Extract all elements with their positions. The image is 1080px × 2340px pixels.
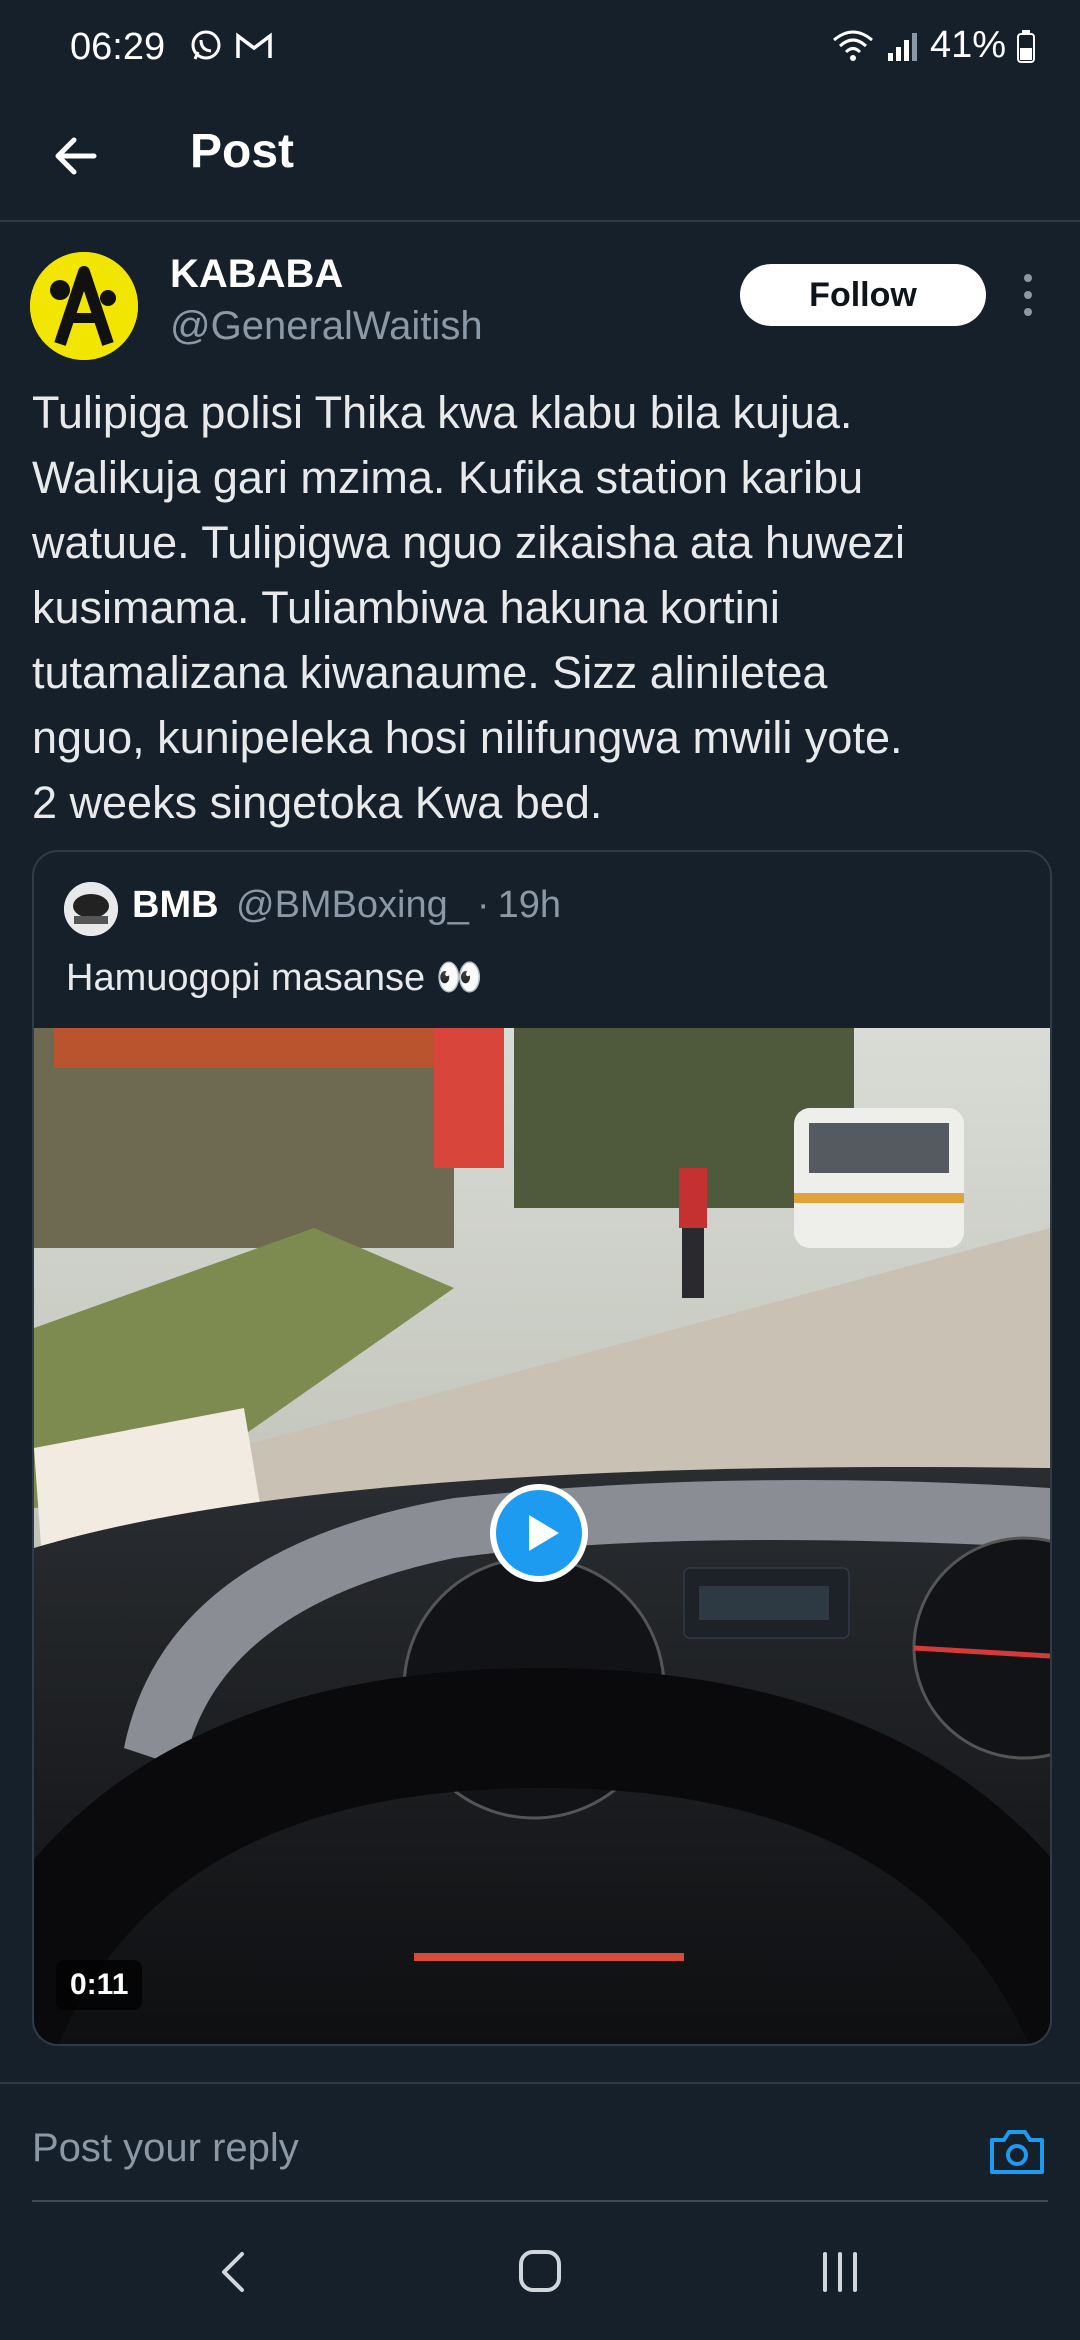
- author-handle[interactable]: @GeneralWaitish: [170, 304, 483, 349]
- nav-back-button[interactable]: [200, 2242, 270, 2302]
- quote-separator: ·: [476, 884, 490, 926]
- reply-divider: [32, 2200, 1048, 2202]
- play-icon: [490, 1484, 588, 1582]
- system-nav-bar: [0, 2204, 1080, 2340]
- battery-icon: [1017, 29, 1035, 63]
- camera-icon: [990, 2130, 1044, 2174]
- follow-button[interactable]: Follow: [740, 264, 986, 326]
- wifi-icon: [832, 30, 873, 61]
- home-nav-icon: [519, 2250, 561, 2292]
- quote-meta: @BMBoxing_ · 19h: [236, 884, 561, 927]
- nav-recents-button[interactable]: [805, 2242, 875, 2302]
- more-options-button[interactable]: [1010, 270, 1046, 320]
- signal-icon: [887, 32, 917, 61]
- back-nav-icon: [222, 2252, 244, 2292]
- battery-percent: 41%: [929, 24, 1006, 66]
- quote-avatar: [64, 882, 118, 936]
- status-right-icons: 41%: [830, 24, 1036, 67]
- video-thumbnail[interactable]: 0:11: [34, 1028, 1050, 2044]
- camera-button[interactable]: [986, 2126, 1048, 2178]
- status-time: 06:29: [70, 26, 166, 68]
- quoted-post-card[interactable]: BMB @BMBoxing_ · 19h Hamuogopi masanse 👀: [32, 850, 1052, 2046]
- reply-input[interactable]: Post your reply: [32, 2126, 932, 2171]
- gmail-icon: [236, 32, 272, 58]
- header: Post: [0, 96, 1080, 222]
- arrow-left-icon: [55, 137, 97, 175]
- avatar-logo-icon: [30, 252, 138, 360]
- quote-time: 19h: [497, 884, 561, 926]
- whatsapp-icon: [191, 30, 221, 60]
- more-vertical-icon: [1024, 274, 1032, 316]
- quote-text: Hamuogopi masanse 👀: [66, 957, 483, 999]
- back-button[interactable]: [44, 124, 108, 188]
- status-bar: 06:29 41%: [0, 0, 1080, 96]
- status-left-icons: [188, 28, 274, 64]
- quote-author-name: BMB: [132, 884, 219, 926]
- quote-author-handle: @BMBoxing_: [236, 884, 469, 926]
- video-duration: 0:11: [56, 1960, 143, 2010]
- recents-nav-icon: [823, 2252, 857, 2292]
- bmb-logo-icon: [64, 882, 118, 936]
- reply-bar: Post your reply: [0, 2082, 1080, 2204]
- page-title: Post: [190, 125, 295, 178]
- post-text: Tulipiga polisi Thika kwa klabu bila kuj…: [32, 387, 906, 828]
- nav-home-button[interactable]: [505, 2242, 575, 2302]
- author-avatar[interactable]: [30, 252, 138, 360]
- play-button[interactable]: [489, 1483, 589, 1583]
- author-name[interactable]: KABABA: [170, 252, 343, 297]
